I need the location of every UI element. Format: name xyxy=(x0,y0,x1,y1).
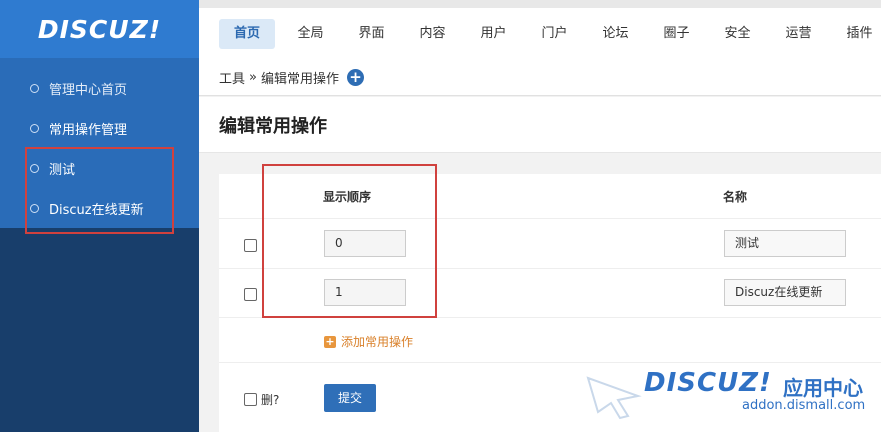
tab-6[interactable]: 论坛 xyxy=(585,19,646,49)
delete-toggle[interactable]: 删? xyxy=(244,391,279,408)
page-title: 编辑常用操作 xyxy=(219,115,327,137)
column-header-name: 名称 xyxy=(723,190,748,204)
tab-9[interactable]: 运营 xyxy=(768,19,829,49)
watermark-domain: addon.dismall.com xyxy=(742,398,866,413)
tab-4[interactable]: 用户 xyxy=(463,19,524,49)
plus-circle-icon[interactable]: + xyxy=(347,69,364,86)
tab-0[interactable]: 首页 xyxy=(219,19,275,49)
circle-bullet-icon xyxy=(30,123,39,133)
order-input[interactable]: 0 xyxy=(324,230,406,257)
table-row: 1 Discuz在线更新 xyxy=(219,269,881,318)
order-input[interactable]: 1 xyxy=(324,279,406,306)
tab-10[interactable]: 插件 xyxy=(829,19,881,49)
row-checkbox[interactable] xyxy=(244,288,257,301)
add-shortcut-link[interactable]: + 添加常用操作 xyxy=(324,333,413,350)
breadcrumb: 工具 » 编辑常用操作 + xyxy=(199,60,881,96)
tab-2[interactable]: 界面 xyxy=(341,19,402,49)
delete-checkbox[interactable] xyxy=(244,393,257,406)
sidebar: DISCUZ! 管理中心首页 常用操作管理 测试 Discuz在线更新 xyxy=(0,0,199,432)
title-band: 编辑常用操作 xyxy=(199,97,881,153)
breadcrumb-separator: » xyxy=(249,70,257,85)
sidebar-item-test[interactable]: 测试 xyxy=(0,148,199,188)
circle-bullet-icon xyxy=(30,163,39,173)
top-strip xyxy=(199,0,881,8)
sidebar-item-admin-home[interactable]: 管理中心首页 xyxy=(0,68,199,108)
cursor-arrow-icon xyxy=(586,376,642,420)
sidebar-item-label: 测试 xyxy=(49,162,76,178)
name-input[interactable]: 测试 xyxy=(724,230,846,257)
submit-button[interactable]: 提交 xyxy=(324,384,376,412)
delete-label: 删? xyxy=(261,393,280,407)
tab-7[interactable]: 圈子 xyxy=(646,19,707,49)
watermark-brand: DISCUZ! xyxy=(644,368,772,398)
tab-8[interactable]: 安全 xyxy=(707,19,768,49)
watermark: DISCUZ! 应用中心 addon.dismall.com xyxy=(584,366,881,432)
circle-bullet-icon xyxy=(30,83,39,93)
breadcrumb-root[interactable]: 工具 xyxy=(219,68,245,87)
add-row: + 添加常用操作 xyxy=(219,317,881,363)
table-header: 显示顺序 名称 xyxy=(219,174,881,219)
logo-bar: DISCUZ! xyxy=(0,0,199,58)
top-navbar: 首页 全局 界面 内容 用户 门户 论坛 圈子 安全 运营 插件 xyxy=(199,0,881,68)
sidebar-item-label: 管理中心首页 xyxy=(49,82,128,98)
top-tabs: 首页 全局 界面 内容 用户 门户 论坛 圈子 安全 运营 插件 xyxy=(219,19,881,49)
table-row: 0 测试 xyxy=(219,220,881,269)
name-input[interactable]: Discuz在线更新 xyxy=(724,279,846,306)
circle-bullet-icon xyxy=(30,203,39,213)
sidebar-item-label: Discuz在线更新 xyxy=(49,202,144,218)
tab-5[interactable]: 门户 xyxy=(524,19,585,49)
breadcrumb-current: 编辑常用操作 xyxy=(260,72,339,87)
tab-1[interactable]: 全局 xyxy=(280,19,341,49)
add-shortcut-label: 添加常用操作 xyxy=(341,335,414,349)
discuz-logo: DISCUZ! xyxy=(37,14,162,44)
plus-square-icon: + xyxy=(324,334,336,348)
column-header-order: 显示顺序 xyxy=(323,190,372,204)
sidebar-item-discuz-update[interactable]: Discuz在线更新 xyxy=(0,188,199,228)
sidebar-item-label: 常用操作管理 xyxy=(49,122,128,138)
watermark-suffix: 应用中心 xyxy=(783,376,863,400)
row-checkbox[interactable] xyxy=(244,239,257,252)
sidebar-menu: 管理中心首页 常用操作管理 测试 Discuz在线更新 xyxy=(0,58,199,228)
tab-3[interactable]: 内容 xyxy=(402,19,463,49)
sidebar-item-shortcut-manage[interactable]: 常用操作管理 xyxy=(0,108,199,148)
